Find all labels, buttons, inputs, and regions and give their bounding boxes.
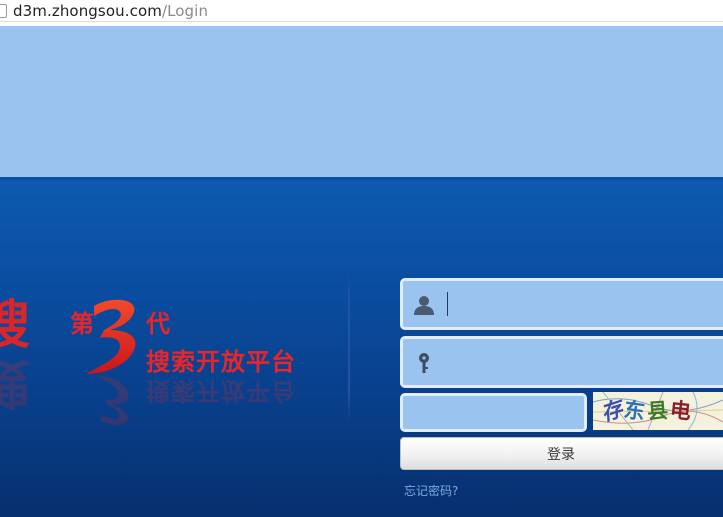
platform-title: 搜索开放平台 <box>146 348 296 376</box>
generation-last-char: 代 <box>146 310 170 338</box>
captcha-image[interactable]: 存东县电 <box>593 392 723 430</box>
captcha-char-2: 东 <box>622 397 649 425</box>
address-bar[interactable]: d3m.zhongsou.com/Login <box>0 0 723 22</box>
captcha-char-3: 县 <box>646 398 671 424</box>
captcha-char-4: 电 <box>668 397 695 425</box>
header-band <box>0 26 723 177</box>
user-icon <box>414 296 434 315</box>
generation-number-graphic <box>86 299 136 374</box>
text-cursor <box>447 292 448 316</box>
captcha-input[interactable] <box>400 393 587 432</box>
url-host: d3m.zhongsou.com <box>13 1 162 20</box>
password-field[interactable] <box>400 336 723 388</box>
forgot-password-link[interactable]: 忘记密码? <box>404 482 458 499</box>
panel-divider <box>348 272 350 422</box>
key-icon <box>419 353 429 373</box>
brand-char-reflection: 搜 <box>0 352 26 412</box>
url-text[interactable]: d3m.zhongsou.com/Login <box>13 2 208 20</box>
username-field[interactable] <box>400 278 723 330</box>
captcha-text: 存东县电 <box>598 395 695 426</box>
product-logo: 搜 搜 第 代 搜索开放平台 搜索开放平台 <box>0 290 340 430</box>
url-path: /Login <box>161 1 209 20</box>
generation-number-reflection <box>95 375 129 425</box>
login-button[interactable]: 登录 <box>400 437 723 470</box>
page-icon <box>0 3 7 18</box>
platform-title-reflection: 搜索开放平台 <box>146 377 296 405</box>
brand-char: 搜 <box>0 296 30 356</box>
